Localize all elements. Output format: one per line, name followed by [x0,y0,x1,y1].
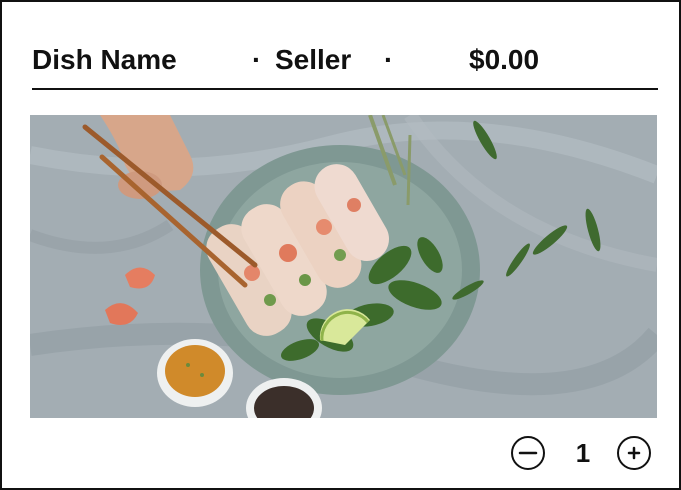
increase-quantity-button[interactable] [617,436,651,470]
dish-photo-illustration [30,115,657,418]
seller-name: Seller [275,44,352,75]
decrease-quantity-button[interactable] [511,436,545,470]
plus-circle-icon [627,446,641,460]
header-separator: · [252,44,262,75]
dish-name: Dish Name [32,44,177,75]
quantity-stepper: 1 [509,434,659,476]
dish-photo [30,115,657,418]
dish-card: Dish Name · Seller · $0.00 1 [0,0,681,490]
quantity-value: 1 [575,438,591,468]
minus-circle-icon [518,451,538,455]
header-separator: · [384,44,394,75]
dish-price: $0.00 [469,44,540,75]
dish-header: Dish Name · Seller · $0.00 [32,42,658,90]
